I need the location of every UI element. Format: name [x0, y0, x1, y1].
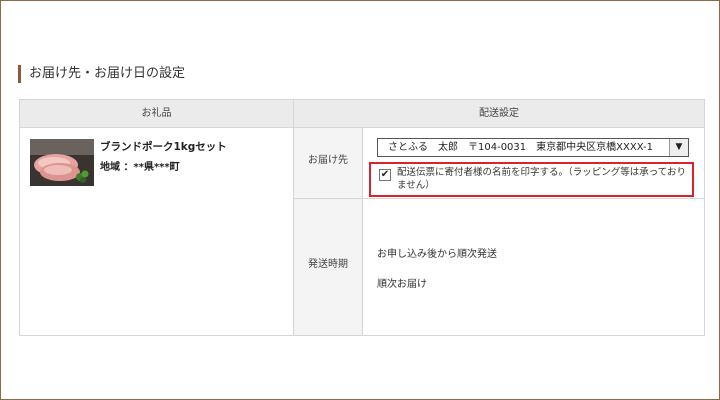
settings-table: お礼品 配送設定 ブランドポーク1kgセット 地域 ：**県***町 お届け先 …: [19, 99, 705, 336]
product-cell: ブランドポーク1kgセット 地域 ：**県***町: [20, 128, 294, 335]
header-shipping: 配送設定: [294, 100, 704, 128]
destination-cell: さとふる 太郎 〒104-0031 東京都中央区京橋XXXX-1 ▼ ✔ 配送伝…: [363, 128, 704, 199]
header-gift: お礼品: [20, 100, 294, 128]
section-title: お届け先・お届け日の設定: [18, 65, 185, 83]
print-name-highlight: ✔ 配送伝票に寄付者様の名前を印字する。（ラッピング等は承っておりません）: [369, 162, 694, 197]
dropdown-arrow-icon[interactable]: ▼: [669, 139, 688, 156]
address-select-value: さとふる 太郎 〒104-0031 東京都中央区京橋XXXX-1: [388, 142, 654, 153]
shipping-timing: お申し込み後から順次発送: [377, 249, 497, 260]
destination-label: お届け先: [294, 128, 363, 199]
print-name-label: 配送伝票に寄付者様の名前を印字する。（ラッピング等は承っておりません）: [397, 167, 686, 191]
print-name-checkbox[interactable]: ✔: [379, 169, 391, 181]
address-select[interactable]: さとふる 太郎 〒104-0031 東京都中央区京橋XXXX-1 ▼: [377, 138, 689, 157]
timing-label: 発送時期: [294, 199, 363, 335]
page-frame: お届け先・お届け日の設定 お礼品 配送設定 ブランドポーク1kgセット 地域 ：…: [0, 0, 720, 400]
delivery-timing: 順次お届け: [377, 279, 427, 290]
product-image: [30, 139, 94, 186]
product-region: 地域 ：**県***町: [100, 162, 180, 173]
product-name: ブランドポーク1kgセット: [100, 141, 227, 153]
timing-cell: お申し込み後から順次発送 順次お届け: [363, 199, 704, 335]
